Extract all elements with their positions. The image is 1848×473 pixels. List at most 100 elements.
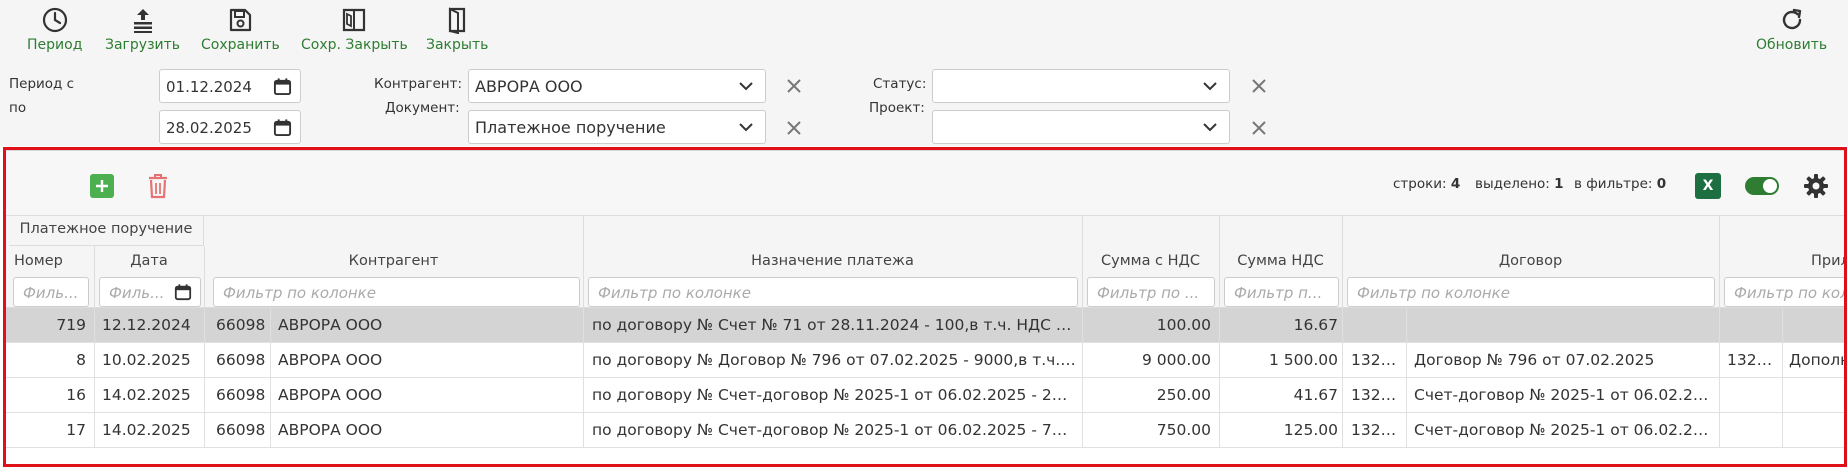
door-icon xyxy=(449,7,466,34)
cell-number: 719 xyxy=(56,316,86,334)
cell-contract: Договор № 796 от 07.02.2025 xyxy=(1414,351,1655,369)
filter-date-input[interactable]: Филь... xyxy=(99,277,201,307)
col-header-purpose[interactable]: Назначение платежа xyxy=(583,253,1082,269)
gear-icon[interactable] xyxy=(1803,173,1829,199)
cell-att-code xyxy=(1727,413,1779,448)
cell-date: 12.12.2024 xyxy=(102,316,191,334)
cell-vat: 1 500.00 xyxy=(1268,351,1338,369)
cell-contract-code: 1324... xyxy=(1351,386,1403,404)
filter-counterparty-input[interactable]: Фильтр по колонке xyxy=(213,277,580,307)
cell-att: Дополн xyxy=(1789,351,1847,369)
col-header-attachment[interactable]: Прил xyxy=(1811,253,1844,269)
cell-date: 10.02.2025 xyxy=(102,351,191,369)
grid-header: Платежное поручение Номер Дата Контраген… xyxy=(6,216,1844,308)
counterparty-label: Контрагент: xyxy=(374,76,463,92)
period-to-value: 28.02.2025 xyxy=(166,119,252,137)
save-button-label: Сохранить xyxy=(201,37,280,53)
col-header-date[interactable]: Дата xyxy=(94,253,204,269)
col-header-sum-vat[interactable]: Сумма с НДС xyxy=(1082,253,1219,269)
col-header-contract[interactable]: Договор xyxy=(1342,253,1719,269)
cell-sum-vat: 9 000.00 xyxy=(1141,351,1211,369)
selected-count: выделено: 1 xyxy=(1475,176,1564,192)
chevron-down-icon xyxy=(1203,82,1217,91)
period-to-field[interactable]: 28.02.2025 xyxy=(159,110,301,144)
cell-cp-name: АВРОРА ООО xyxy=(278,386,383,404)
cell-cp-code: 66098 xyxy=(216,316,266,334)
upload-icon xyxy=(133,9,152,33)
filter-vat-input[interactable]: Фильтр п... xyxy=(1224,277,1339,307)
filter-number-input[interactable]: Филь... xyxy=(13,277,89,307)
cell-cp-name: АВРОРА ООО xyxy=(278,316,383,334)
cell-date: 14.02.2025 xyxy=(102,386,191,404)
filter-contract-input[interactable]: Фильтр по колонке xyxy=(1347,277,1715,307)
document-label: Документ: xyxy=(385,100,460,116)
col-header-vat[interactable]: Сумма НДС xyxy=(1219,253,1342,269)
cell-vat: 125.00 xyxy=(1283,421,1338,439)
cell-purpose: по договору № Счет № 71 от 28.11.2024 - … xyxy=(592,316,1077,334)
cell-cp-name: АВРОРА ООО xyxy=(278,351,383,369)
counterparty-select[interactable]: АВРОРА ООО xyxy=(468,69,766,103)
period-to-label: по xyxy=(9,100,27,116)
col-header-counterparty[interactable]: Контрагент xyxy=(204,253,583,269)
plus-icon xyxy=(96,180,108,192)
filter-attachment-input[interactable]: Фильтр по коло xyxy=(1724,277,1844,307)
calendar-icon[interactable] xyxy=(174,283,192,301)
cell-purpose: по договору № Счет-договор № 2025-1 от 0… xyxy=(592,386,1077,404)
status-select[interactable] xyxy=(932,69,1230,103)
refresh-button[interactable]: Обновить xyxy=(1756,6,1827,53)
trash-icon[interactable] xyxy=(147,173,169,199)
period-button[interactable]: Период xyxy=(27,6,82,53)
rows-count-value: 4 xyxy=(1450,176,1461,192)
cell-contract: Счет-договор № 2025-1 от 06.02.2025 xyxy=(1414,386,1714,404)
book-open-icon xyxy=(343,8,366,32)
cell-purpose: по договору № Договор № 796 от 07.02.202… xyxy=(592,351,1077,369)
main-toolbar: Период Загрузить Сохранить Сохр. Закрыть… xyxy=(0,0,1848,62)
cell-date: 14.02.2025 xyxy=(102,421,191,439)
table-row[interactable]: 719 12.12.2024 66098 АВРОРА ООО по догов… xyxy=(6,308,1844,343)
document-select-value: Платежное поручение xyxy=(475,118,666,137)
calendar-icon[interactable] xyxy=(273,77,292,96)
save-close-button[interactable]: Сохр. Закрыть xyxy=(301,6,408,53)
period-from-value: 01.12.2024 xyxy=(166,78,252,96)
document-select[interactable]: Платежное поручение xyxy=(468,110,766,144)
selected-count-label: выделено: xyxy=(1475,176,1550,192)
excel-export-button[interactable]: X xyxy=(1695,173,1721,199)
cell-sum-vat: 750.00 xyxy=(1156,421,1211,439)
filtered-count: в фильтре: 0 xyxy=(1574,176,1666,192)
floppy-disk-icon xyxy=(230,8,252,32)
filter-sum-vat-input[interactable]: Фильтр по ... xyxy=(1087,277,1215,307)
cell-contract xyxy=(1414,308,1714,343)
calendar-icon[interactable] xyxy=(273,118,292,137)
cell-att-code: 1325... xyxy=(1727,351,1779,369)
load-button-label: Загрузить xyxy=(105,37,181,53)
cell-att-code xyxy=(1727,378,1779,413)
view-toggle[interactable] xyxy=(1745,177,1779,195)
cell-sum-vat: 250.00 xyxy=(1156,386,1211,404)
project-label: Проект: xyxy=(869,100,925,116)
load-button[interactable]: Загрузить xyxy=(105,6,180,53)
filtered-count-value: 0 xyxy=(1656,176,1667,192)
filter-purpose-input[interactable]: Фильтр по колонке xyxy=(588,277,1078,307)
rows-count-label: строки: xyxy=(1393,176,1447,192)
project-select[interactable] xyxy=(932,110,1230,144)
clear-status-icon[interactable] xyxy=(1251,78,1267,94)
table-row[interactable]: 17 14.02.2025 66098 АВРОРА ООО по догово… xyxy=(6,413,1844,448)
clock-icon xyxy=(42,7,67,33)
clear-counterparty-icon[interactable] xyxy=(786,78,802,94)
period-button-label: Период xyxy=(27,37,83,53)
save-button[interactable]: Сохранить xyxy=(201,6,280,53)
cell-cp-code: 66098 xyxy=(216,351,266,369)
selected-count-value: 1 xyxy=(1554,176,1564,192)
clear-document-icon[interactable] xyxy=(786,120,802,136)
refresh-icon xyxy=(1782,8,1801,30)
add-row-button[interactable] xyxy=(90,174,114,198)
close-button[interactable]: Закрыть xyxy=(426,6,488,53)
cell-att xyxy=(1789,308,1844,343)
cell-contract-code: 1324... xyxy=(1351,421,1403,439)
cell-vat: 41.67 xyxy=(1293,386,1338,404)
table-row[interactable]: 16 14.02.2025 66098 АВРОРА ООО по догово… xyxy=(6,378,1844,413)
table-row[interactable]: 8 10.02.2025 66098 АВРОРА ООО по договор… xyxy=(6,343,1847,378)
clear-project-icon[interactable] xyxy=(1251,120,1267,136)
col-header-number[interactable]: Номер xyxy=(14,253,90,269)
period-from-field[interactable]: 01.12.2024 xyxy=(159,69,301,103)
